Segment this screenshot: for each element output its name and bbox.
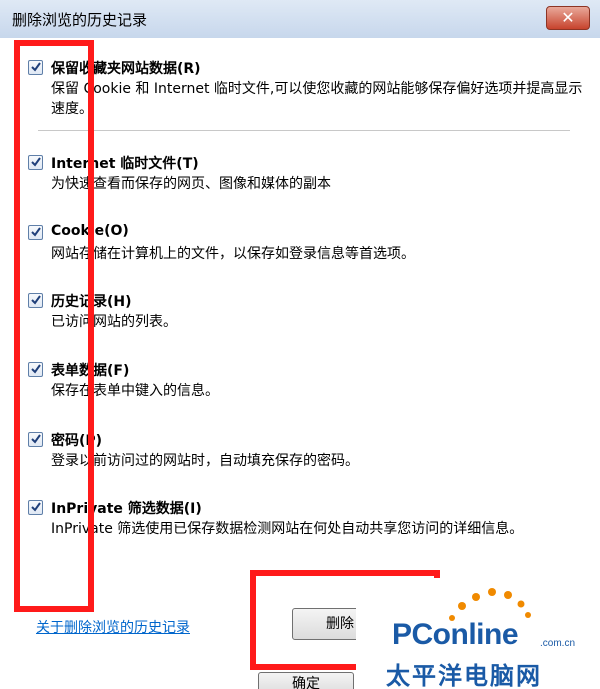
option-description: InPrivate 筛选使用已保存数据检测网站在何处自动共享您访问的详细信息。 — [51, 521, 524, 537]
dialog-title: 删除浏览的历史记录 — [12, 11, 148, 29]
about-history-link[interactable]: 关于删除浏览的历史记录 — [36, 617, 190, 637]
close-button[interactable]: ✕ — [546, 6, 590, 30]
option-description: 网站存储在计算机上的文件，以保存如登录信息等首选项。 — [51, 246, 415, 262]
highlight-box-checkboxes — [14, 40, 94, 612]
logo-domain: .com.cn — [540, 638, 576, 649]
close-icon: ✕ — [561, 8, 575, 27]
option-description: 保存在表单中键入的信息。 — [51, 383, 219, 399]
option-description: 已访问网站的列表。 — [51, 314, 177, 330]
option-description: 为快速查看而保存的网页、图像和媒体的副本 — [51, 176, 331, 192]
option-description: 登录以前访问过的网站时，自动填充保存的密码。 — [51, 453, 359, 469]
watermark-logo: PConline .com.cn 太平洋电脑网 — [356, 578, 600, 689]
logo-brand: PConline — [392, 618, 519, 651]
divider — [38, 130, 570, 131]
option-description: 保留 Cookie 和 Internet 临时文件,可以使您收藏的网站能够保存偏… — [51, 81, 583, 117]
ok-button[interactable]: 确定 — [258, 672, 354, 689]
title-bar: 删除浏览的历史记录 ✕ — [0, 0, 600, 39]
delete-history-dialog: 删除浏览的历史记录 ✕ 保留收藏夹网站数据(R) 保留 Cookie 和 Int… — [0, 0, 600, 689]
logo-chinese: 太平洋电脑网 — [386, 662, 542, 689]
